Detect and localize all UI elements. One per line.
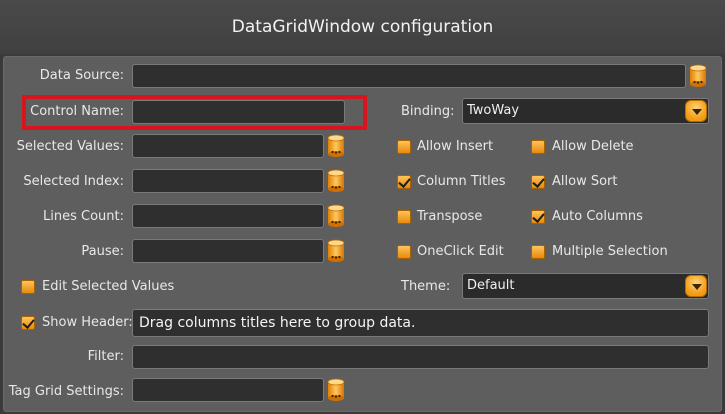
data-source-field[interactable] bbox=[132, 64, 686, 88]
allow-insert-label: Allow Insert bbox=[417, 139, 494, 154]
oneclick-edit-checkbox[interactable] bbox=[397, 245, 411, 259]
transpose-checkbox[interactable] bbox=[397, 210, 411, 224]
allow-sort-checkbox[interactable] bbox=[531, 175, 545, 189]
pause-field[interactable] bbox=[132, 239, 324, 263]
data-source-label: Data Source: bbox=[39, 68, 124, 83]
theme-label: Theme: bbox=[401, 279, 451, 294]
binding-label: Binding: bbox=[401, 104, 455, 119]
selected-index-label: Selected Index: bbox=[23, 174, 124, 189]
chevron-down-icon[interactable] bbox=[685, 275, 707, 297]
multiple-selection-checkbox[interactable] bbox=[531, 245, 545, 259]
theme-combo[interactable]: Default bbox=[462, 273, 709, 299]
database-icon[interactable] bbox=[688, 64, 708, 88]
window-title: DataGridWindow configuration bbox=[231, 17, 494, 37]
auto-columns-label: Auto Columns bbox=[552, 209, 643, 224]
filter-field[interactable] bbox=[132, 345, 709, 369]
allow-insert-checkbox[interactable] bbox=[397, 140, 411, 154]
database-icon[interactable] bbox=[326, 169, 346, 193]
transpose-label: Transpose bbox=[417, 209, 483, 224]
filter-label: Filter: bbox=[87, 349, 124, 364]
database-icon[interactable] bbox=[326, 204, 346, 228]
chevron-down-icon[interactable] bbox=[685, 100, 707, 122]
lines-count-field[interactable] bbox=[132, 204, 324, 228]
auto-columns-checkbox[interactable] bbox=[531, 210, 545, 224]
pause-label: Pause: bbox=[81, 244, 124, 259]
binding-combo[interactable]: TwoWay bbox=[462, 98, 709, 124]
binding-value: TwoWay bbox=[467, 103, 520, 118]
allow-sort-label: Allow Sort bbox=[552, 174, 618, 189]
column-titles-label: Column Titles bbox=[417, 174, 506, 189]
database-icon[interactable] bbox=[326, 378, 346, 402]
selected-index-field[interactable] bbox=[132, 169, 324, 193]
selected-values-label: Selected Values: bbox=[16, 139, 124, 154]
oneclick-edit-label: OneClick Edit bbox=[417, 244, 504, 259]
lines-count-label: Lines Count: bbox=[43, 209, 124, 224]
control-name-label: Control Name: bbox=[30, 104, 124, 119]
database-icon[interactable] bbox=[326, 239, 346, 263]
window-titlebar: DataGridWindow configuration bbox=[0, 0, 725, 54]
show-header-field[interactable]: Drag columns titles here to group data. bbox=[132, 309, 709, 337]
database-icon[interactable] bbox=[326, 134, 346, 158]
allow-delete-label: Allow Delete bbox=[552, 139, 634, 154]
show-header-label: Show Header: bbox=[42, 315, 133, 330]
edit-selected-values-label: Edit Selected Values bbox=[42, 279, 175, 294]
theme-value: Default bbox=[467, 278, 515, 293]
tag-grid-settings-label: Tag Grid Settings: bbox=[8, 384, 124, 399]
control-name-field[interactable] bbox=[132, 100, 345, 124]
column-titles-checkbox[interactable] bbox=[397, 175, 411, 189]
tag-grid-settings-field[interactable] bbox=[132, 378, 324, 402]
multiple-selection-label: Multiple Selection bbox=[552, 244, 668, 259]
allow-delete-checkbox[interactable] bbox=[531, 140, 545, 154]
show-header-checkbox[interactable] bbox=[21, 316, 35, 330]
edit-selected-values-checkbox[interactable] bbox=[21, 280, 35, 294]
selected-values-field[interactable] bbox=[132, 134, 324, 158]
